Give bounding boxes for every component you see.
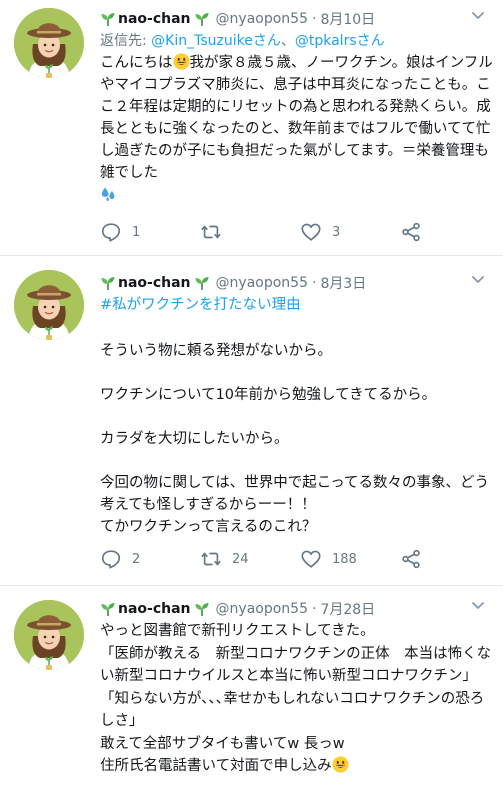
tweet[interactable]: nao-chan @nyaopon55 · 7月28日 やっと図書館で新刊リクエ… [0,586,503,800]
tweet-header: nao-chan @nyaopon55 · 8月3日 [100,272,366,294]
separator-dot: · [311,11,317,27]
mention-link[interactable]: @tpkalrsさん [295,33,385,49]
share-icon[interactable] [400,221,422,243]
tweet[interactable]: nao-chan @nyaopon55 · 8月10日 返信先: @Kin_Ts… [0,0,503,256]
avatar[interactable] [14,8,84,78]
heart-icon[interactable] [300,548,322,570]
tweet-text: こんにちは 我が家８歳５歳、ノーワクチン。娘はインフルやマイコプラズマ肺炎に、息子… [100,52,495,206]
sprout-icon [194,275,210,291]
user-handle[interactable]: @nyaopon55 [216,11,308,27]
retweet-action[interactable] [200,221,232,243]
retweet-icon[interactable] [200,548,222,570]
share-action[interactable] [400,221,422,243]
reply-action[interactable]: 2 [100,548,140,570]
user-handle[interactable]: @nyaopon55 [216,275,308,291]
sweat-droplets-icon [100,185,117,202]
tweet-text-part: 我が家８歳５歳、ノーワクチン。娘はインフルやマイコプラズマ肺炎に、息子は中耳炎に… [100,55,493,181]
separator-dot: · [311,601,317,617]
grinning-face-icon [173,53,190,70]
tweet-actions: 1 3 [100,221,430,243]
user-handle[interactable]: @nyaopon55 [216,601,308,617]
reply-count: 2 [132,551,141,567]
reply-icon[interactable] [100,221,122,243]
tweet-header: nao-chan @nyaopon55 · 7月28日 [100,598,375,620]
reply-prefix: 返信先: [100,33,152,49]
tweet[interactable]: nao-chan @nyaopon55 · 8月3日 #私がワクチンを打たない理… [0,256,503,586]
separator-dot: · [311,275,317,291]
avatar[interactable] [14,600,84,670]
display-name[interactable]: nao-chan [118,601,191,617]
reply-icon[interactable] [100,548,122,570]
tweet-text: やっと図書館で新刊リクエストしてきた。 「医師が教える 新型コロナワクチンの正体… [100,620,495,778]
avatar[interactable] [14,270,84,340]
mention-separator: 、 [280,33,295,49]
display-name[interactable]: nao-chan [118,11,191,27]
tweet-actions: 2 24 188 [100,548,430,570]
reply-action[interactable]: 1 [100,221,140,243]
heart-icon[interactable] [300,221,322,243]
hashtag-link[interactable]: #私がワクチンを打たない理由 [100,297,301,313]
chevron-down-icon[interactable] [469,270,487,288]
tweet-text: そういう物に頼る発想がないから。 ワクチンについて10年前から勉強してきてるから… [100,343,490,535]
reply-to-line: 返信先: @Kin_Tsuzuikeさん、@tpkalrsさん [100,30,385,50]
share-action[interactable] [400,548,422,570]
tweet-text-part: やっと図書館で新刊リクエストしてきた。 「医師が教える 新型コロナワクチンの正体… [100,623,492,774]
tweet-hashtag-line: #私がワクチンを打たない理由 [100,294,495,316]
tweet-date[interactable]: 7月28日 [320,599,375,619]
sprout-icon [100,275,116,291]
like-count: 3 [332,224,341,240]
like-action[interactable]: 3 [300,221,340,243]
mention-link[interactable]: @Kin_Tsuzuikeさん [151,33,281,49]
sprout-icon [100,601,116,617]
sprout-icon [194,601,210,617]
tweet-date[interactable]: 8月10日 [320,9,375,29]
tweet-text-part: こんにちは [100,55,173,71]
tweet-header: nao-chan @nyaopon55 · 8月10日 [100,8,375,30]
chevron-down-icon[interactable] [469,6,487,24]
like-count: 188 [332,551,357,567]
sprout-icon [194,11,210,27]
tweet-date[interactable]: 8月3日 [320,273,366,293]
retweet-icon[interactable] [200,221,222,243]
like-action[interactable]: 188 [300,548,357,570]
retweet-count: 24 [232,551,249,567]
retweet-action[interactable]: 24 [200,548,249,570]
share-icon[interactable] [400,548,422,570]
grinning-face-icon [332,756,349,773]
sprout-icon [100,11,116,27]
chevron-down-icon[interactable] [469,596,487,614]
reply-count: 1 [132,224,141,240]
display-name[interactable]: nao-chan [118,275,191,291]
